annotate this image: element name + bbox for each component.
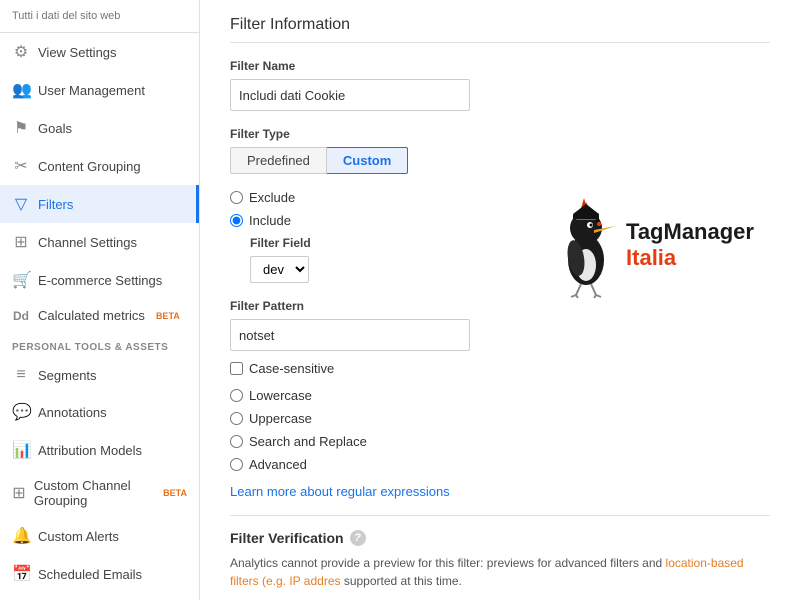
uppercase-row: Uppercase bbox=[230, 411, 450, 426]
sidebar-item-annotations[interactable]: 💬 Annotations bbox=[0, 393, 199, 431]
verification-text: Analytics cannot provide a preview for t… bbox=[230, 554, 770, 590]
sidebar-item-scheduled-emails[interactable]: 📅 Scheduled Emails bbox=[0, 555, 199, 593]
case-sensitive-label: Case-sensitive bbox=[249, 361, 334, 376]
sidebar-label: Filters bbox=[38, 197, 73, 212]
filter-name-label: Filter Name bbox=[230, 59, 770, 73]
beta-badge-2: BETA bbox=[163, 488, 187, 498]
sidebar-label: User Management bbox=[38, 83, 145, 98]
users-icon: 👥 bbox=[12, 80, 30, 100]
lowercase-radio[interactable] bbox=[230, 389, 243, 402]
predefined-button[interactable]: Predefined bbox=[230, 147, 327, 174]
sidebar-item-goals[interactable]: ⚑ Goals bbox=[0, 109, 199, 147]
sidebar-header: Tutti i dati del sito web bbox=[0, 0, 199, 33]
sidebar-item-attribution-models[interactable]: 📊 Attribution Models bbox=[0, 431, 199, 469]
filter-options-group: Lowercase Uppercase Search and Replace A… bbox=[230, 388, 450, 472]
highlight-text: location-based filters (e.g. IP addres bbox=[230, 556, 744, 588]
filter-name-group: Filter Name bbox=[230, 59, 770, 111]
exclude-label: Exclude bbox=[249, 190, 295, 205]
search-replace-row: Search and Replace bbox=[230, 434, 450, 449]
sidebar-label: Scheduled Emails bbox=[38, 567, 142, 582]
section-title: Filter Information bbox=[230, 16, 770, 43]
sidebar-label: Attribution Models bbox=[38, 443, 142, 458]
filter-icon: ▽ bbox=[12, 194, 30, 214]
custom-channel-icon: ⊞ bbox=[12, 483, 26, 503]
include-radio[interactable] bbox=[230, 214, 243, 227]
exclude-radio[interactable] bbox=[230, 191, 243, 204]
filter-type-group: Filter Type Predefined Custom bbox=[230, 127, 770, 174]
settings-icon: ⚙ bbox=[12, 42, 30, 62]
attribution-icon: 📊 bbox=[12, 440, 30, 460]
advanced-radio[interactable] bbox=[230, 458, 243, 471]
brand-prefix: TagManager bbox=[626, 219, 754, 245]
uppercase-label: Uppercase bbox=[249, 411, 312, 426]
channel-settings-icon: ⊞ bbox=[12, 232, 30, 252]
brand-suffix: Italia bbox=[626, 245, 754, 271]
goals-icon: ⚑ bbox=[12, 118, 30, 138]
search-replace-label: Search and Replace bbox=[249, 434, 367, 449]
help-icon[interactable]: ? bbox=[350, 530, 366, 546]
sidebar-item-segments[interactable]: ≡ Segments bbox=[0, 357, 199, 393]
advanced-row: Advanced bbox=[230, 457, 450, 472]
filter-pattern-label: Filter Pattern bbox=[230, 299, 450, 313]
sidebar-label: E-commerce Settings bbox=[38, 273, 162, 288]
filter-pattern-input[interactable] bbox=[230, 319, 470, 351]
sidebar-label: Calculated metrics bbox=[38, 308, 145, 323]
sidebar-item-content-grouping[interactable]: ✂ Content Grouping bbox=[0, 147, 199, 185]
include-label: Include bbox=[249, 213, 291, 228]
sidebar-item-calculated-metrics[interactable]: Dd Calculated metrics BETA bbox=[0, 299, 199, 332]
sidebar-item-user-management[interactable]: 👥 User Management bbox=[0, 71, 199, 109]
sidebar-label: View Settings bbox=[38, 45, 117, 60]
include-radio-row: Include bbox=[230, 213, 450, 228]
custom-button[interactable]: Custom bbox=[327, 147, 408, 174]
case-sensitive-checkbox[interactable] bbox=[230, 362, 243, 375]
sidebar-label: Goals bbox=[38, 121, 72, 136]
main-content: Filter Information Filter Name Filter Ty… bbox=[200, 0, 800, 600]
lowercase-label: Lowercase bbox=[249, 388, 312, 403]
beta-badge: BETA bbox=[156, 311, 180, 321]
content-grouping-icon: ✂ bbox=[12, 156, 30, 176]
sidebar-label: Channel Settings bbox=[38, 235, 137, 250]
advanced-label: Advanced bbox=[249, 457, 307, 472]
filter-field-select[interactable]: dev bbox=[250, 256, 309, 283]
sidebar-label: Custom Channel Grouping bbox=[34, 478, 152, 508]
filter-type-buttons: Predefined Custom bbox=[230, 147, 770, 174]
personal-tools-section-label: PERSONAL TOOLS & ASSETS bbox=[0, 332, 199, 357]
custom-alerts-icon: 🔔 bbox=[12, 526, 30, 546]
filter-field-label: Filter Field bbox=[250, 236, 450, 250]
case-sensitive-row: Case-sensitive bbox=[230, 361, 450, 376]
filter-name-input[interactable] bbox=[230, 79, 470, 111]
sidebar-label: Annotations bbox=[38, 405, 107, 420]
brand-logo-area: TagManager Italia bbox=[540, 180, 760, 310]
sidebar: Tutti i dati del sito web ⚙ View Setting… bbox=[0, 0, 200, 600]
verification-title: Filter Verification ? bbox=[230, 530, 770, 546]
calculated-metrics-icon: Dd bbox=[12, 309, 30, 323]
lowercase-row: Lowercase bbox=[230, 388, 450, 403]
sidebar-label: Content Grouping bbox=[38, 159, 141, 174]
filter-verification-section: Filter Verification ? Analytics cannot p… bbox=[230, 515, 770, 590]
learn-more-link[interactable]: Learn more about regular expressions bbox=[230, 484, 770, 499]
uppercase-radio[interactable] bbox=[230, 412, 243, 425]
sidebar-item-ecommerce-settings[interactable]: 🛒 E-commerce Settings bbox=[0, 261, 199, 299]
sidebar-item-custom-alerts[interactable]: 🔔 Custom Alerts bbox=[0, 517, 199, 555]
scheduled-emails-icon: 📅 bbox=[12, 564, 30, 584]
sidebar-label: Custom Alerts bbox=[38, 529, 119, 544]
filter-field-select-wrapper: dev bbox=[250, 256, 450, 283]
sidebar-item-custom-channel-grouping[interactable]: ⊞ Custom Channel Grouping BETA bbox=[0, 469, 199, 517]
filter-type-label: Filter Type bbox=[230, 127, 770, 141]
ecommerce-icon: 🛒 bbox=[12, 270, 30, 290]
sidebar-label: Segments bbox=[38, 368, 97, 383]
sidebar-item-view-settings[interactable]: ⚙ View Settings bbox=[0, 33, 199, 71]
exclude-radio-row: Exclude bbox=[230, 190, 450, 205]
sidebar-item-filters[interactable]: ▽ Filters bbox=[0, 185, 199, 223]
brand-text-container: TagManager Italia bbox=[626, 219, 754, 271]
annotations-icon: 💬 bbox=[12, 402, 30, 422]
segments-icon: ≡ bbox=[12, 366, 30, 384]
sidebar-item-channel-settings[interactable]: ⊞ Channel Settings bbox=[0, 223, 199, 261]
search-replace-radio[interactable] bbox=[230, 435, 243, 448]
woodpecker-icon bbox=[546, 190, 626, 300]
